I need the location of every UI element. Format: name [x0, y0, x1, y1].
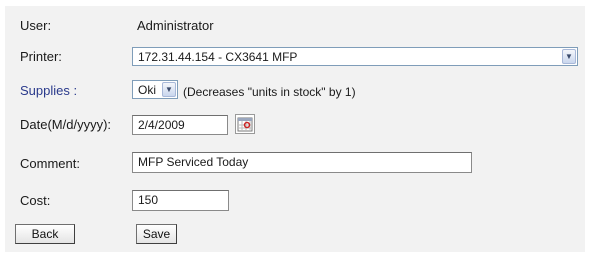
date-label: Date(M/d/yyyy): — [20, 117, 112, 132]
calendar-icon[interactable] — [235, 114, 255, 134]
printer-label: Printer: — [20, 49, 62, 64]
supplies-select-value: Oki — [138, 83, 156, 97]
user-label: User: — [20, 18, 52, 33]
chevron-down-icon[interactable]: ▼ — [162, 82, 176, 97]
chevron-down-icon[interactable]: ▼ — [562, 49, 576, 64]
printer-service-form: User: Administrator Printer: 172.31.44.1… — [5, 6, 585, 252]
comment-input[interactable]: MFP Serviced Today — [132, 152, 472, 173]
cost-input[interactable]: 150 — [132, 190, 229, 211]
comment-label: Comment: — [20, 156, 80, 171]
printer-select-value: 172.31.44.154 - CX3641 MFP — [138, 50, 298, 64]
user-value: Administrator — [137, 18, 214, 33]
supplies-note: (Decreases "units in stock" by 1) — [183, 85, 356, 99]
cost-label: Cost: — [20, 193, 51, 208]
date-input[interactable]: 2/4/2009 — [132, 115, 228, 135]
save-button[interactable]: Save — [136, 224, 177, 244]
printer-select[interactable]: 172.31.44.154 - CX3641 MFP ▼ — [132, 47, 578, 66]
supplies-select[interactable]: Oki ▼ — [132, 80, 178, 99]
back-button[interactable]: Back — [15, 224, 75, 244]
supplies-label[interactable]: Supplies : — [20, 83, 77, 98]
